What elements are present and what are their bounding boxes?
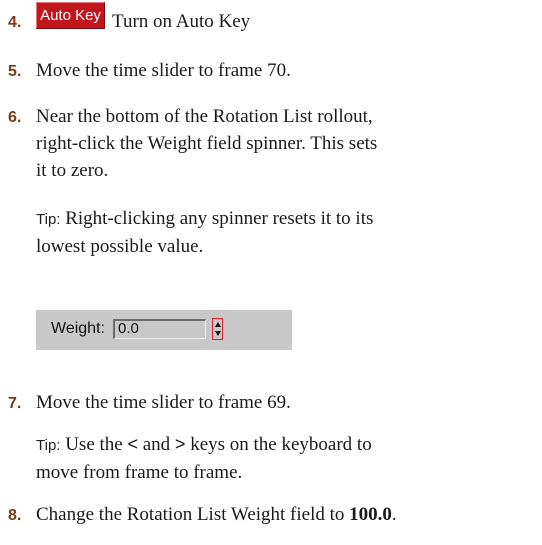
step-text: Move the time slider to frame 69. <box>36 392 291 413</box>
tip-2: Tip: Use the < and > keys on the keyboar… <box>36 431 536 486</box>
tip-label: Tip: <box>36 437 61 454</box>
step-4-text: Turn on Auto Key <box>112 11 251 32</box>
auto-key-button[interactable]: Auto Key <box>36 2 105 29</box>
tip-label: Tip: <box>36 211 61 228</box>
step-text: Change the Rotation List Weight field to… <box>36 501 536 528</box>
step-6: 6. Near the bottom of the Rotation List … <box>8 103 536 184</box>
spinner-down-arrow-icon[interactable] <box>215 331 221 336</box>
step-number: 5. <box>8 63 22 80</box>
tip-text: Right-clicking any spinner resets it to … <box>60 208 374 229</box>
tip-1: Tip: Right-clicking any spinner resets i… <box>36 205 536 260</box>
step-7: 7. Move the time slider to frame 69. <box>8 389 536 416</box>
greater-than-key: > <box>174 434 186 454</box>
weight-value-emphasis: 100.0 <box>349 504 392 525</box>
step-8: 8. Change the Rotation List Weight field… <box>8 501 536 528</box>
tip-line: Tip: Use the < and > keys on the keyboar… <box>36 431 536 459</box>
tip-line: move from frame to frame. <box>36 462 243 483</box>
step-text: Near the bottom of the Rotation List rol… <box>36 103 536 184</box>
step-number: 7. <box>8 395 22 412</box>
weight-spinner[interactable] <box>212 318 223 340</box>
tip-line: lowest possible value. <box>36 236 204 257</box>
step-text-line: right-click the Weight field spinner. Th… <box>36 133 378 154</box>
step-text-part: . <box>391 504 397 525</box>
step-number: 8. <box>8 507 22 524</box>
tip-text: Use the <box>60 434 128 455</box>
less-than-key: < <box>127 434 138 454</box>
step-text-part: Change the Rotation List Weight field to <box>36 504 350 525</box>
step-text: Move the time slider to frame 70. <box>36 60 291 81</box>
step-text-line: Near the bottom of the Rotation List rol… <box>36 106 373 127</box>
weight-field-panel: Weight: 0.0 <box>36 310 292 350</box>
step-text-line: it to zero. <box>36 160 109 181</box>
step-5: 5. Move the time slider to frame 70. <box>8 57 536 84</box>
tip-text: keys on the keyboard to <box>185 434 372 455</box>
weight-field[interactable]: 0.0 <box>113 319 206 339</box>
step-number: 4. <box>8 14 22 31</box>
tip-line: Tip: Right-clicking any spinner resets i… <box>36 205 536 233</box>
tip-text: and <box>137 434 175 455</box>
step-number: 6. <box>8 109 22 126</box>
weight-label: Weight: <box>51 320 105 337</box>
spinner-up-arrow-icon[interactable] <box>215 322 221 327</box>
